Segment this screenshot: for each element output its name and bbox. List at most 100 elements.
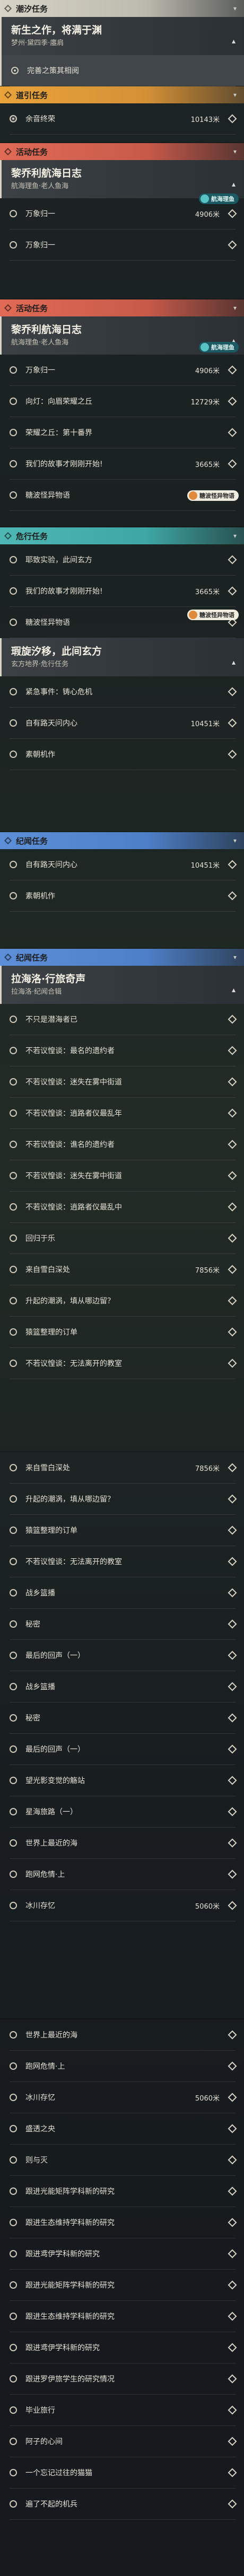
section-header[interactable]: 活动任务 ▾ (0, 143, 244, 160)
navigate-diamond-icon[interactable] (228, 1296, 237, 1305)
quest-step-row[interactable]: 战乡篮播 (0, 1577, 244, 1608)
navigate-diamond-icon[interactable] (228, 1046, 237, 1055)
quest-step-row[interactable]: 不只是潜海者已 (0, 1004, 244, 1035)
quest-step-row[interactable]: 跟进生态维持学科新的研究 (0, 2301, 244, 2332)
quest-step-row[interactable]: 不若议惶谈：无法离开的教室 (0, 1348, 244, 1379)
navigate-diamond-icon[interactable] (228, 1588, 237, 1598)
navigate-diamond-icon[interactable] (228, 1140, 237, 1149)
navigate-diamond-icon[interactable] (228, 114, 237, 123)
navigate-diamond-icon[interactable] (228, 1838, 237, 1848)
section-header[interactable]: 道引任务 ▾ (0, 86, 244, 103)
navigate-diamond-icon[interactable] (228, 396, 237, 406)
navigate-diamond-icon[interactable] (228, 1108, 237, 1118)
navigate-diamond-icon[interactable] (228, 1014, 237, 1024)
quest-step-row[interactable]: 来自雪白深处 7856米 (0, 1254, 244, 1285)
collapse-chevron-icon[interactable]: ▾ (233, 5, 237, 12)
navigate-diamond-icon[interactable] (228, 1869, 237, 1879)
navigate-diamond-icon[interactable] (228, 2061, 237, 2071)
navigate-diamond-icon[interactable] (228, 365, 237, 375)
quest-step-row[interactable]: 战乡篮播 (0, 1671, 244, 1702)
quest-step-row[interactable]: 跟进光能矩阵学科新的研究 (0, 2176, 244, 2207)
quest-step-row[interactable]: 我们的故事才刚刚开始! 3665米 (0, 448, 244, 479)
navigate-diamond-icon[interactable] (228, 2186, 237, 2196)
navigate-diamond-icon[interactable] (228, 1463, 237, 1472)
quest-step-row[interactable]: 不若议惶谈：最名的遗约者 (0, 1035, 244, 1066)
quest-step-row[interactable]: 跑网危情·上 (0, 2051, 244, 2081)
navigate-diamond-icon[interactable] (228, 1358, 237, 1368)
navigate-diamond-icon[interactable] (228, 891, 237, 901)
navigate-diamond-icon[interactable] (228, 1077, 237, 1087)
section-header[interactable]: 纪闻任务 ▾ (0, 949, 244, 966)
tracked-quest-card[interactable]: 新生之作，将满于渊 梦州·黛四季·廛肩 ▴ (0, 17, 244, 55)
navigate-diamond-icon[interactable] (228, 2124, 237, 2133)
navigate-diamond-icon[interactable] (228, 2499, 237, 2509)
navigate-diamond-icon[interactable] (228, 2030, 237, 2040)
collapse-chevron-icon[interactable]: ▾ (233, 532, 237, 540)
navigate-diamond-icon[interactable] (228, 1651, 237, 1660)
navigate-diamond-icon[interactable] (228, 2468, 237, 2477)
expand-arrow-icon[interactable]: ▴ (232, 180, 236, 189)
quest-step-row[interactable]: 向灯：向眉荣耀之丘 12729米 (0, 386, 244, 417)
quest-step-row[interactable]: 余音终荣 10143米 (0, 103, 244, 134)
collapse-chevron-icon[interactable]: ▾ (233, 148, 237, 155)
quest-step-row[interactable]: 星海旅路（一） (0, 1796, 244, 1827)
navigate-diamond-icon[interactable] (228, 718, 237, 728)
navigate-diamond-icon[interactable] (228, 1494, 237, 1504)
quest-step-row[interactable]: 遍了不起的机兵 (0, 2489, 244, 2519)
quest-step-row[interactable]: 素朝机作 (0, 739, 244, 770)
navigate-diamond-icon[interactable] (228, 586, 237, 596)
collapse-chevron-icon[interactable]: ▾ (233, 304, 237, 312)
quest-step-row[interactable]: 自有路天问内心 10451米 (0, 708, 244, 738)
quest-step-row[interactable]: 升起的潮涡，填从哪边留？ (0, 1484, 244, 1514)
collapse-chevron-icon[interactable]: ▾ (233, 837, 237, 844)
navigate-diamond-icon[interactable] (228, 1557, 237, 1566)
quest-step-row[interactable]: 素朝机作 (0, 880, 244, 911)
section-header[interactable]: 潮汐任务 ▾ (0, 0, 244, 17)
navigate-diamond-icon[interactable] (228, 2374, 237, 2384)
quest-step-row[interactable]: 冰川存忆 5060米 (0, 2082, 244, 2113)
quest-step-row[interactable]: 来自雪白深处 7856米 (0, 1452, 244, 1483)
navigate-diamond-icon[interactable] (228, 1327, 237, 1337)
navigate-diamond-icon[interactable] (228, 2249, 237, 2259)
navigate-diamond-icon[interactable] (228, 2280, 237, 2290)
navigate-diamond-icon[interactable] (228, 1776, 237, 1785)
navigate-diamond-icon[interactable] (228, 459, 237, 469)
section-header[interactable]: 纪闻任务 ▾ (0, 832, 244, 849)
tracked-quest-card[interactable]: 黎乔利航海日志 航海理鱼·老人鱼海 ▴ (0, 160, 244, 198)
navigate-diamond-icon[interactable] (228, 1525, 237, 1535)
quest-step-row[interactable]: 跟进生态维持学科新的研究 (0, 2207, 244, 2238)
quest-step-row[interactable]: 回归于乐 (0, 1223, 244, 1254)
quest-step-row[interactable]: 秘密 (0, 1609, 244, 1639)
quest-step-row[interactable]: 跟进光能矩阵学科新的研究 (0, 2270, 244, 2300)
quest-step-row[interactable]: 一个忘记过往的猫猫 (0, 2457, 244, 2488)
navigate-diamond-icon[interactable] (228, 2312, 237, 2321)
quest-step-row[interactable]: 阿子的心间 (0, 2426, 244, 2457)
navigate-diamond-icon[interactable] (228, 555, 237, 564)
navigate-diamond-icon[interactable] (228, 1265, 237, 1274)
quest-step-row[interactable]: 不若议惶谈：迷失在雾中街道 (0, 1160, 244, 1191)
quest-step-row[interactable]: 不若议惶谈：逍路者仪最乱年 (0, 1098, 244, 1128)
quest-step-row[interactable]: 世界上最近的海 (0, 2019, 244, 2050)
quest-step-row[interactable]: 望光影变觉的觞站 (0, 1765, 244, 1796)
quest-step-row[interactable]: 完善之策其相阅 (0, 55, 244, 86)
quest-step-row[interactable]: 则与灭 (0, 2145, 244, 2175)
quest-step-row[interactable]: 跑网危情·上 (0, 1859, 244, 1890)
quest-step-row[interactable]: 不若议惶谈：逍路者仪最乱中 (0, 1192, 244, 1222)
quest-step-row[interactable]: 最后的回声（一） (0, 1734, 244, 1765)
navigate-diamond-icon[interactable] (228, 1713, 237, 1723)
collapse-chevron-icon[interactable]: ▾ (233, 91, 237, 99)
tracked-quest-card[interactable]: 瑕旋汐移，此间玄方 玄方地界·危行任务 ▴ (0, 638, 244, 676)
quest-step-row[interactable]: 升起的潮涡，填从哪边留？ (0, 1285, 244, 1316)
quest-step-row[interactable]: 毕业旅行 (0, 2395, 244, 2425)
expand-arrow-icon[interactable]: ▴ (232, 37, 236, 46)
navigate-diamond-icon[interactable] (228, 2093, 237, 2102)
quest-step-row[interactable]: 最后的回声（一） (0, 1640, 244, 1671)
expand-arrow-icon[interactable]: ▴ (232, 658, 236, 667)
quest-step-row[interactable]: 跟进罗伊旅学生的研究情况 (0, 2363, 244, 2394)
quest-step-row[interactable]: 不若议惶谈：无法离开的教室 (0, 1546, 244, 1577)
quest-step-row[interactable]: 盛透之央 (0, 2113, 244, 2144)
quest-step-row[interactable]: 不若议惶谈：迷失在雾中街道 (0, 1066, 244, 1097)
section-header[interactable]: 危行任务 ▾ (0, 527, 244, 544)
navigate-diamond-icon[interactable] (228, 1682, 237, 1691)
navigate-diamond-icon[interactable] (228, 2155, 237, 2165)
